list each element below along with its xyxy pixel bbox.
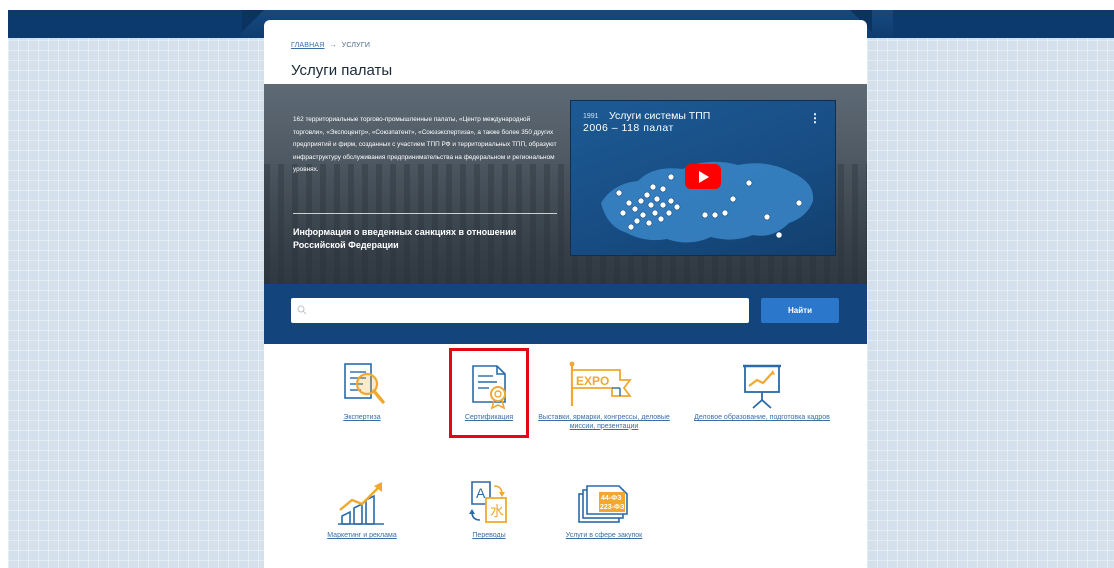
search-bar-section: Найти: [264, 284, 867, 344]
breadcrumb-arrow: →: [329, 42, 337, 49]
page-background-left: [8, 10, 264, 568]
service-label[interactable]: Выставки, ярмарки, конгрессы, деловые ми…: [534, 414, 674, 431]
search-icon: [297, 305, 307, 315]
page-title: Услуги палаты: [291, 62, 393, 79]
law-223-text: 223-ФЗ: [600, 504, 625, 511]
service-label[interactable]: Деловое образование, подготовка кадров: [692, 414, 832, 423]
main-content: главная → услуги Услуги палаты 162 террито…: [264, 20, 867, 568]
video-title: Услуги системы ТПП: [609, 110, 711, 122]
russia-map-graphic: [601, 161, 814, 243]
page-background-right: [867, 10, 1114, 568]
search-button[interactable]: Найти: [761, 298, 839, 323]
service-expertise[interactable]: Экспертиза: [292, 360, 432, 423]
video-year: 1991: [583, 113, 599, 120]
document-magnifier-icon: [344, 363, 385, 404]
hero-description: 162 территориальные торгово-промышленные…: [293, 116, 557, 173]
highlight-annotation: [449, 348, 529, 438]
service-exhibitions[interactable]: EXPO Выставки, ярмарки, конгрессы, делов…: [534, 360, 674, 431]
expo-flag-icon: EXPO: [569, 361, 632, 406]
hero-banner: 162 территориальные торгово-промышленные…: [264, 84, 867, 284]
service-label[interactable]: Экспертиза: [292, 414, 432, 423]
glyph-a: A: [476, 485, 486, 501]
law-44-text: 44-ФЗ: [601, 495, 622, 502]
video-player[interactable]: 1991 Услуги системы ТПП 2006 – 118 палат…: [570, 100, 836, 256]
more-vertical-icon[interactable]: ⋮: [809, 111, 821, 125]
service-procurement[interactable]: 44-ФЗ 223-ФЗ Услуги в сфере закупок: [534, 478, 674, 541]
breadcrumb: главная → услуги: [291, 42, 370, 49]
service-label[interactable]: Маркетинг и реклама: [292, 532, 432, 541]
service-marketing[interactable]: Маркетинг и реклама: [292, 478, 432, 541]
breadcrumb-home-link[interactable]: главная: [291, 42, 325, 49]
video-subtitle: 2006 – 118 палат: [583, 122, 674, 134]
expo-badge-text: EXPO: [576, 374, 609, 388]
translation-icon: A 水: [469, 481, 507, 523]
search-input[interactable]: [291, 298, 749, 323]
breadcrumb-current: услуги: [341, 42, 371, 49]
procurement-docs-icon: 44-ФЗ 223-ФЗ: [578, 485, 628, 523]
growth-chart-icon: [338, 482, 384, 525]
hero-divider: [293, 213, 557, 214]
glyph-b: 水: [490, 504, 504, 520]
header-flap-left: [242, 10, 264, 32]
service-label[interactable]: Услуги в сфере закупок: [534, 532, 674, 541]
sanctions-info-link[interactable]: Информация о введенных санкциях в отноше…: [293, 226, 553, 252]
presentation-board-icon: [743, 364, 781, 409]
play-icon[interactable]: [685, 164, 721, 189]
service-business-education[interactable]: Деловое образование, подготовка кадров: [692, 360, 832, 423]
